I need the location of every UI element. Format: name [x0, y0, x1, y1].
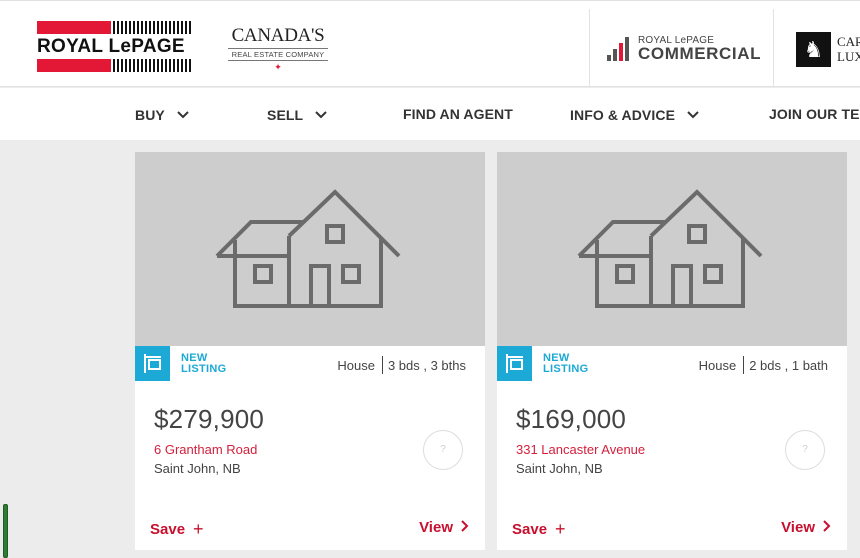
- royal-lepage-logo[interactable]: ROYAL LePAGE: [37, 21, 193, 73]
- listing-sign-icon: [135, 346, 170, 381]
- chevron-down-icon: [687, 106, 699, 122]
- listing-meta: House 3 bds , 3 bths: [337, 356, 466, 374]
- listing-meta: House 2 bds , 1 bath: [699, 356, 828, 374]
- house-placeholder-icon: [577, 189, 763, 308]
- view-button[interactable]: View: [419, 519, 469, 536]
- listing-price: $169,000: [516, 404, 627, 434]
- rooms-info: 3 bds , 3 bths: [387, 358, 466, 373]
- listing-city: Saint John, NB: [516, 461, 603, 476]
- chevron-down-icon: [177, 106, 189, 122]
- listing-photo-placeholder[interactable]: [135, 152, 485, 346]
- listing-card[interactable]: NEW LISTING House 3 bds , 3 bths $279,900…: [135, 152, 485, 550]
- listing-address-link[interactable]: 331 Lancaster Avenue: [516, 442, 645, 457]
- canadas-real-estate-company-logo: CANADA'S REAL ESTATE COMPANY ✦: [228, 25, 328, 72]
- chevron-down-icon: [315, 106, 327, 122]
- property-type: House: [698, 358, 737, 373]
- house-placeholder-icon: [215, 189, 401, 308]
- commercial-main-text: COMMERCIAL: [638, 44, 762, 63]
- brand-name: ROYAL LePAGE: [37, 36, 185, 57]
- nav-item-join-our-team[interactable]: JOIN OUR TEAM: [769, 106, 860, 122]
- nav-item-sell[interactable]: SELL: [267, 106, 327, 123]
- save-button[interactable]: Save +: [512, 519, 566, 540]
- new-listing-badge: NEW LISTING: [181, 352, 227, 375]
- nav-item-info-advice[interactable]: INFO & ADVICE: [570, 106, 699, 123]
- question-icon[interactable]: ?: [785, 430, 825, 470]
- luxury-logo[interactable]: ♞ CAR LUX: [796, 32, 860, 68]
- chevron-right-icon: [461, 519, 469, 536]
- scroll-indicator[interactable]: [3, 504, 8, 558]
- listing-sign-icon: [497, 346, 532, 381]
- plus-icon: +: [193, 519, 204, 539]
- view-button[interactable]: View: [781, 519, 831, 536]
- nav-item-buy[interactable]: BUY: [135, 106, 189, 123]
- maple-leaf-icon: ✦: [274, 62, 282, 72]
- chevron-right-icon: [823, 519, 831, 536]
- main-nav: BUY SELL FIND AN AGENT INFO & ADVICE JOI…: [0, 88, 860, 140]
- property-type: House: [337, 358, 375, 373]
- horse-icon: ♞: [796, 32, 831, 67]
- new-listing-badge: NEW LISTING: [543, 352, 589, 375]
- listing-city: Saint John, NB: [154, 461, 241, 476]
- listing-card[interactable]: NEW LISTING House 2 bds , 1 bath $169,000…: [497, 152, 847, 550]
- plus-icon: +: [555, 519, 566, 539]
- listing-photo-placeholder[interactable]: [497, 152, 847, 346]
- listing-price: $279,900: [154, 404, 265, 434]
- bars-icon: [607, 35, 631, 61]
- nav-item-find-an-agent[interactable]: FIND AN AGENT: [403, 106, 513, 122]
- site-header: ROYAL LePAGE CANADA'S REAL ESTATE COMPAN…: [0, 0, 860, 87]
- listing-address-link[interactable]: 6 Grantham Road: [154, 442, 257, 457]
- tagline-sub: REAL ESTATE COMPANY: [231, 50, 325, 59]
- luxury-line1: CAR: [837, 34, 860, 49]
- save-button[interactable]: Save +: [150, 519, 204, 540]
- rooms-info: 2 bds , 1 bath: [749, 358, 828, 373]
- tagline-main: CANADA'S: [231, 25, 325, 46]
- luxury-line2: LUX: [837, 49, 860, 64]
- question-icon[interactable]: ?: [423, 430, 463, 470]
